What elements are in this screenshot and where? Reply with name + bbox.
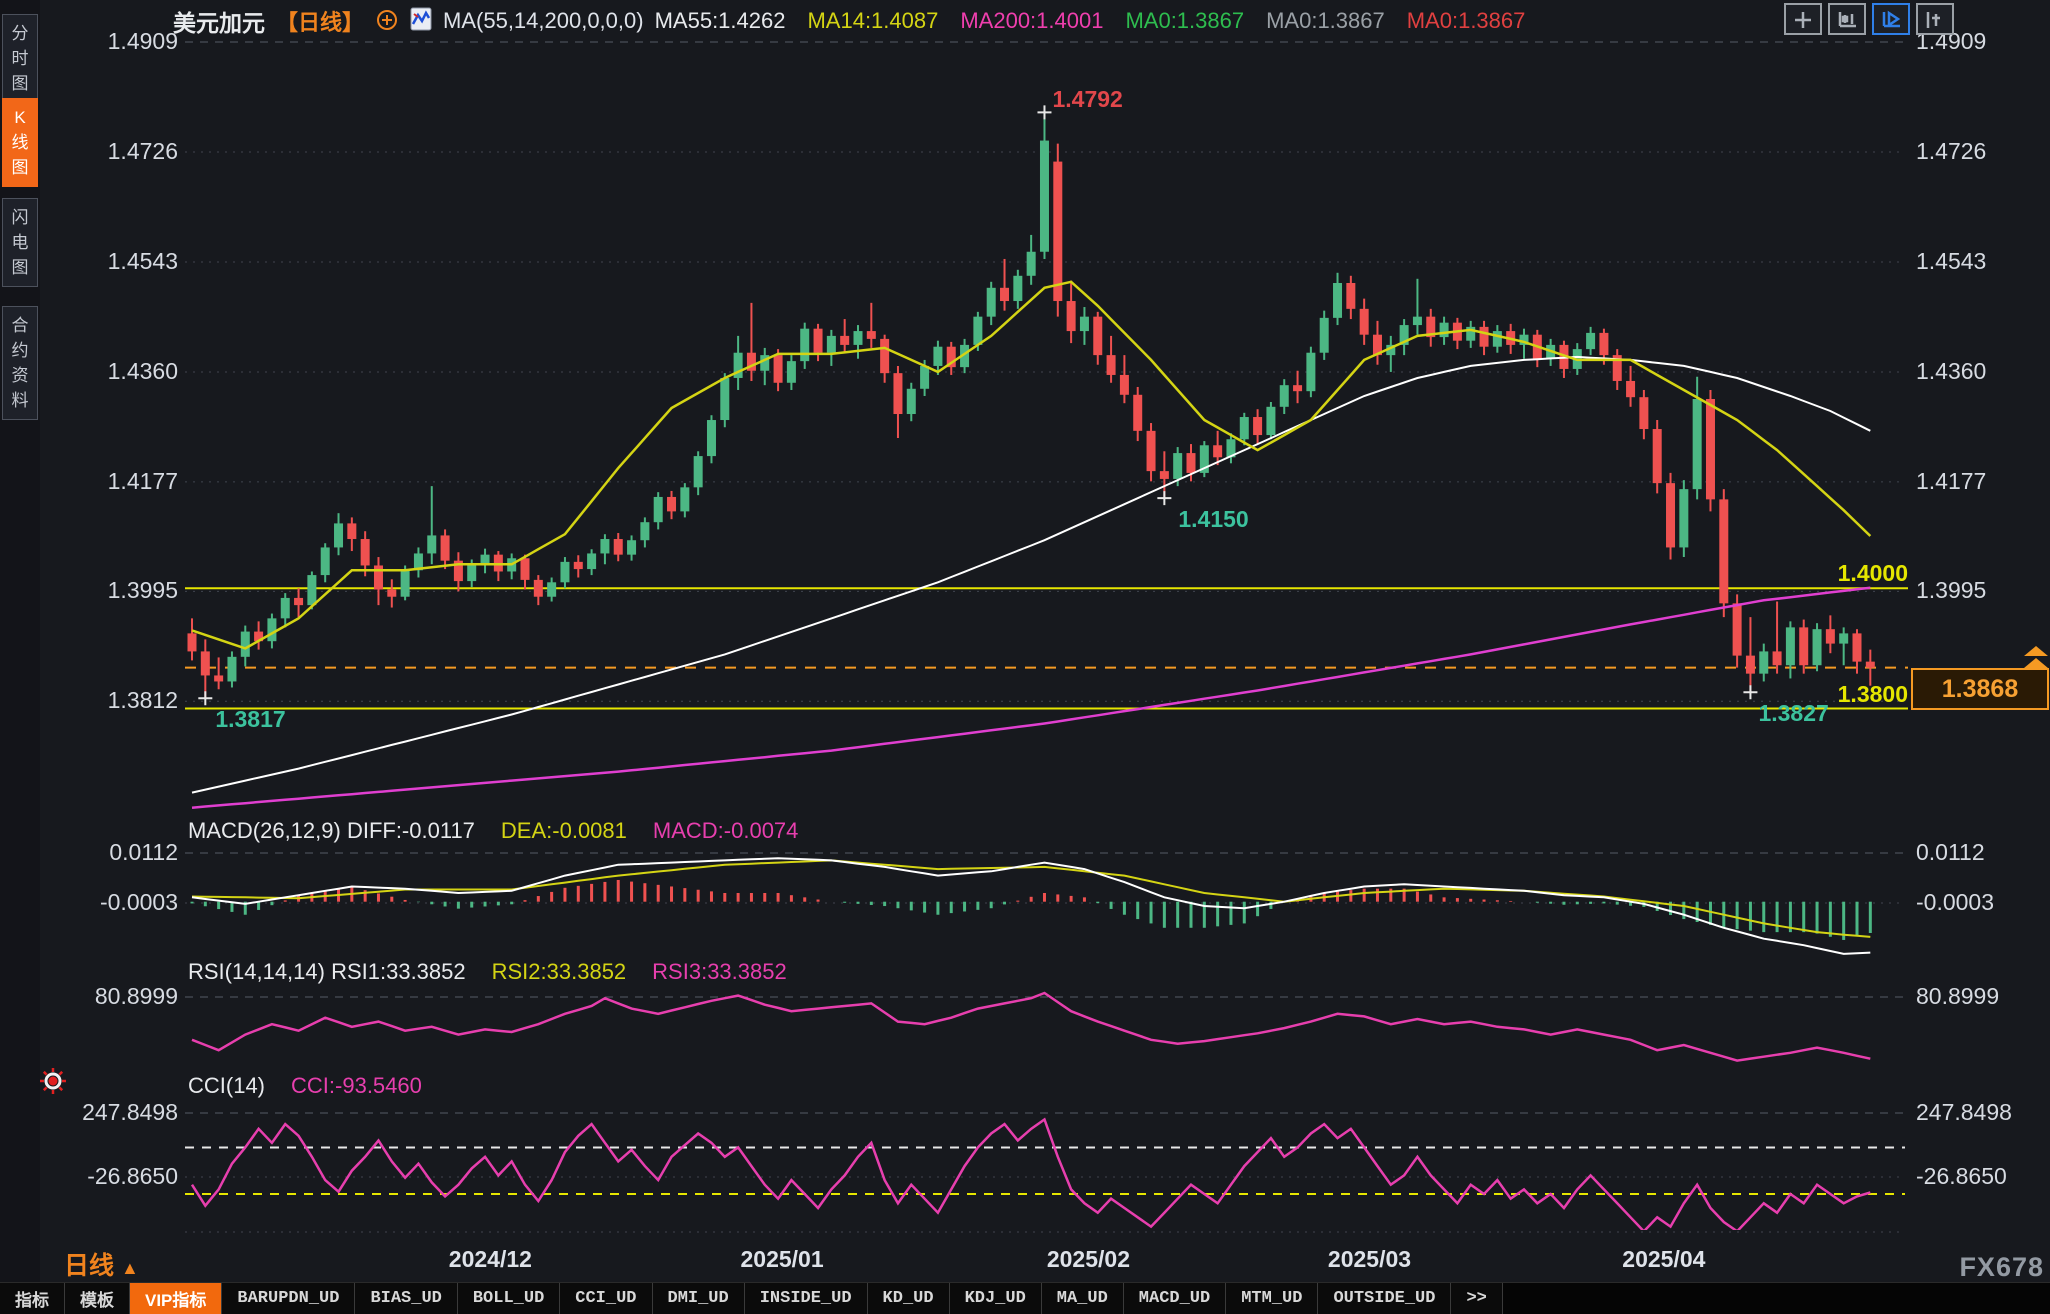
macd-tick-left: 0.0112 [68,839,178,866]
price-annotation: 1.3817 [215,706,285,733]
macd-title-row-label: MACD(26,12,9) DIFF:-0.0117 [188,818,475,843]
symbol-title: 美元加元 [173,4,265,38]
rsi-title-row-label: RSI(14,14,14) RSI1:33.3852 [188,959,466,984]
chevron-up-icon: ▲ [121,1258,139,1278]
cci-tick-right: -26.8650 [1916,1163,2007,1190]
candlestick-chart[interactable] [0,0,2050,1314]
price-annotation: 1.3827 [1758,700,1828,727]
tab-outside_ud[interactable]: OUTSIDE_UD [1318,1283,1451,1314]
price-tick-left: 1.4726 [68,138,178,165]
tab-kd_ud[interactable]: KD_UD [868,1283,950,1314]
rsi-title-row: RSI(14,14,14) RSI1:33.3852 RSI2:33.3852 RS… [188,959,813,985]
tab-boll_ud[interactable]: BOLL_UD [458,1283,560,1314]
x-axis-label: 2025/04 [1622,1246,1705,1273]
price-tick-left: 1.4909 [68,28,178,55]
price-tick-right: 1.4360 [1916,358,1986,385]
tab-cci_ud[interactable]: CCI_UD [560,1283,652,1314]
rsi-tick-right: 80.8999 [1916,983,1999,1010]
ma-value-label: MA0:1.3867 [1266,8,1385,33]
ma-value-label: MA55:1.4262 [655,8,786,33]
price-tick-left: 1.4543 [68,248,178,275]
level-label: 1.3800 [1836,681,1908,708]
sidebar-item-kline-chart[interactable]: K线图 [2,98,38,187]
price-tick-left: 1.3812 [68,687,178,714]
current-price-tag: 1.3868 [1911,668,2049,710]
axis-candle-icon[interactable] [1828,3,1866,35]
cci-tick-right: 247.8498 [1916,1099,2012,1126]
period-tag: 【日线】 [276,5,364,37]
tab-mtm_ud[interactable]: MTM_UD [1226,1283,1318,1314]
sidebar-item-flash-chart[interactable]: 闪电图 [2,198,38,287]
cci-tick-left: -26.8650 [68,1163,178,1190]
tab-kdj_ud[interactable]: KDJ_UD [950,1283,1042,1314]
price-tick-right: 1.4726 [1916,138,1986,165]
tab-barupdn_ud[interactable]: BARUPDN_UD [222,1283,355,1314]
x-axis-label: 2025/03 [1328,1246,1411,1273]
price-tick-left: 1.4360 [68,358,178,385]
chart-style-icon[interactable] [410,6,432,37]
sidebar-item-time-chart[interactable]: 分时图 [2,14,38,103]
sidebar-item-contract-info[interactable]: 合约资料 [2,306,38,420]
price-annotation: 1.4792 [1052,86,1122,113]
tab-macd_ud[interactable]: MACD_UD [1124,1283,1226,1314]
tab-bias_ud[interactable]: BIAS_UD [355,1283,457,1314]
price-tick-right: 1.4543 [1916,248,1986,275]
chart-toolbar [1784,3,1954,35]
view-mode-sidebar: 分时图K线图闪电图合约资料 [0,0,40,1314]
tab-[interactable]: 指标 [0,1283,65,1314]
cci-title-row: CCI(14) CCI:-93.5460 [188,1073,448,1099]
price-tick-left: 1.4177 [68,468,178,495]
tab-inside_ud[interactable]: INSIDE_UD [745,1283,868,1314]
rsi-tick-left: 80.8999 [68,983,178,1010]
rsi-title-row-label: RSI2:33.3852 [492,959,627,984]
rsi-title-row-label: RSI3:33.3852 [652,959,787,984]
x-axis-label: 2024/12 [449,1246,532,1273]
ma-value-label: MA200:1.4001 [960,8,1103,33]
price-tick-right: 1.3995 [1916,577,1986,604]
macd-tick-right: -0.0003 [1916,889,1994,916]
macd-title-row-label: DEA:-0.0081 [501,818,627,843]
cci-title-row-label: CCI:-93.5460 [291,1073,422,1098]
cci-tick-left: 247.8498 [68,1099,178,1126]
chart-header: 美元加元 【日线】 MA(55,14,200,0,0,0) MA55:1.426… [173,5,1547,37]
macd-title-row-label: MACD:-0.0074 [653,818,799,843]
x-axis-label: 2025/02 [1047,1246,1130,1273]
macd-tick-right: 0.0112 [1916,839,1985,866]
tab->>[interactable]: >> [1451,1283,1502,1314]
price-tick-right: 1.4177 [1916,468,1986,495]
ma-settings-label: MA(55,14,200,0,0,0) [443,8,644,34]
level-label: 1.4000 [1836,560,1908,587]
trading-app: 分时图K线图闪电图合约资料 美元加元 【日线】 MA(55,14,200,0,0… [0,0,2050,1314]
period-selector-label: 日线 [64,1252,114,1280]
cci-title-row-label: CCI(14) [188,1073,265,1098]
add-compare-icon[interactable] [375,7,399,36]
crosshair-icon[interactable] [1784,3,1822,35]
ma-values: MA55:1.4262 MA14:1.4087 MA200:1.4001 MA0:1.… [655,8,1548,34]
ma-value-label: MA14:1.4087 [807,8,938,33]
price-tick-left: 1.3995 [68,577,178,604]
period-selector[interactable]: 日线 ▲ [64,1246,139,1282]
price-annotation: 1.4150 [1178,506,1248,533]
tab-ma_ud[interactable]: MA_UD [1042,1283,1124,1314]
ma-value-label: MA0:1.3867 [1407,8,1526,33]
tab-vip[interactable]: VIP指标 [130,1283,222,1314]
tab-dmi_ud[interactable]: DMI_UD [653,1283,745,1314]
macd-title-row: MACD(26,12,9) DIFF:-0.0117 DEA:-0.0081 MAC… [188,818,824,844]
macd-tick-left: -0.0003 [68,889,178,916]
indicator-tabbar: 指标模板VIP指标BARUPDN_UDBIAS_UDBOLL_UDCCI_UDD… [0,1282,2050,1314]
x-axis-label: 2025/01 [740,1246,823,1273]
axis-play-icon[interactable] [1872,3,1910,35]
ma-value-label: MA0:1.3867 [1125,8,1244,33]
axis-line-icon[interactable] [1916,3,1954,35]
tab-[interactable]: 模板 [65,1283,130,1314]
